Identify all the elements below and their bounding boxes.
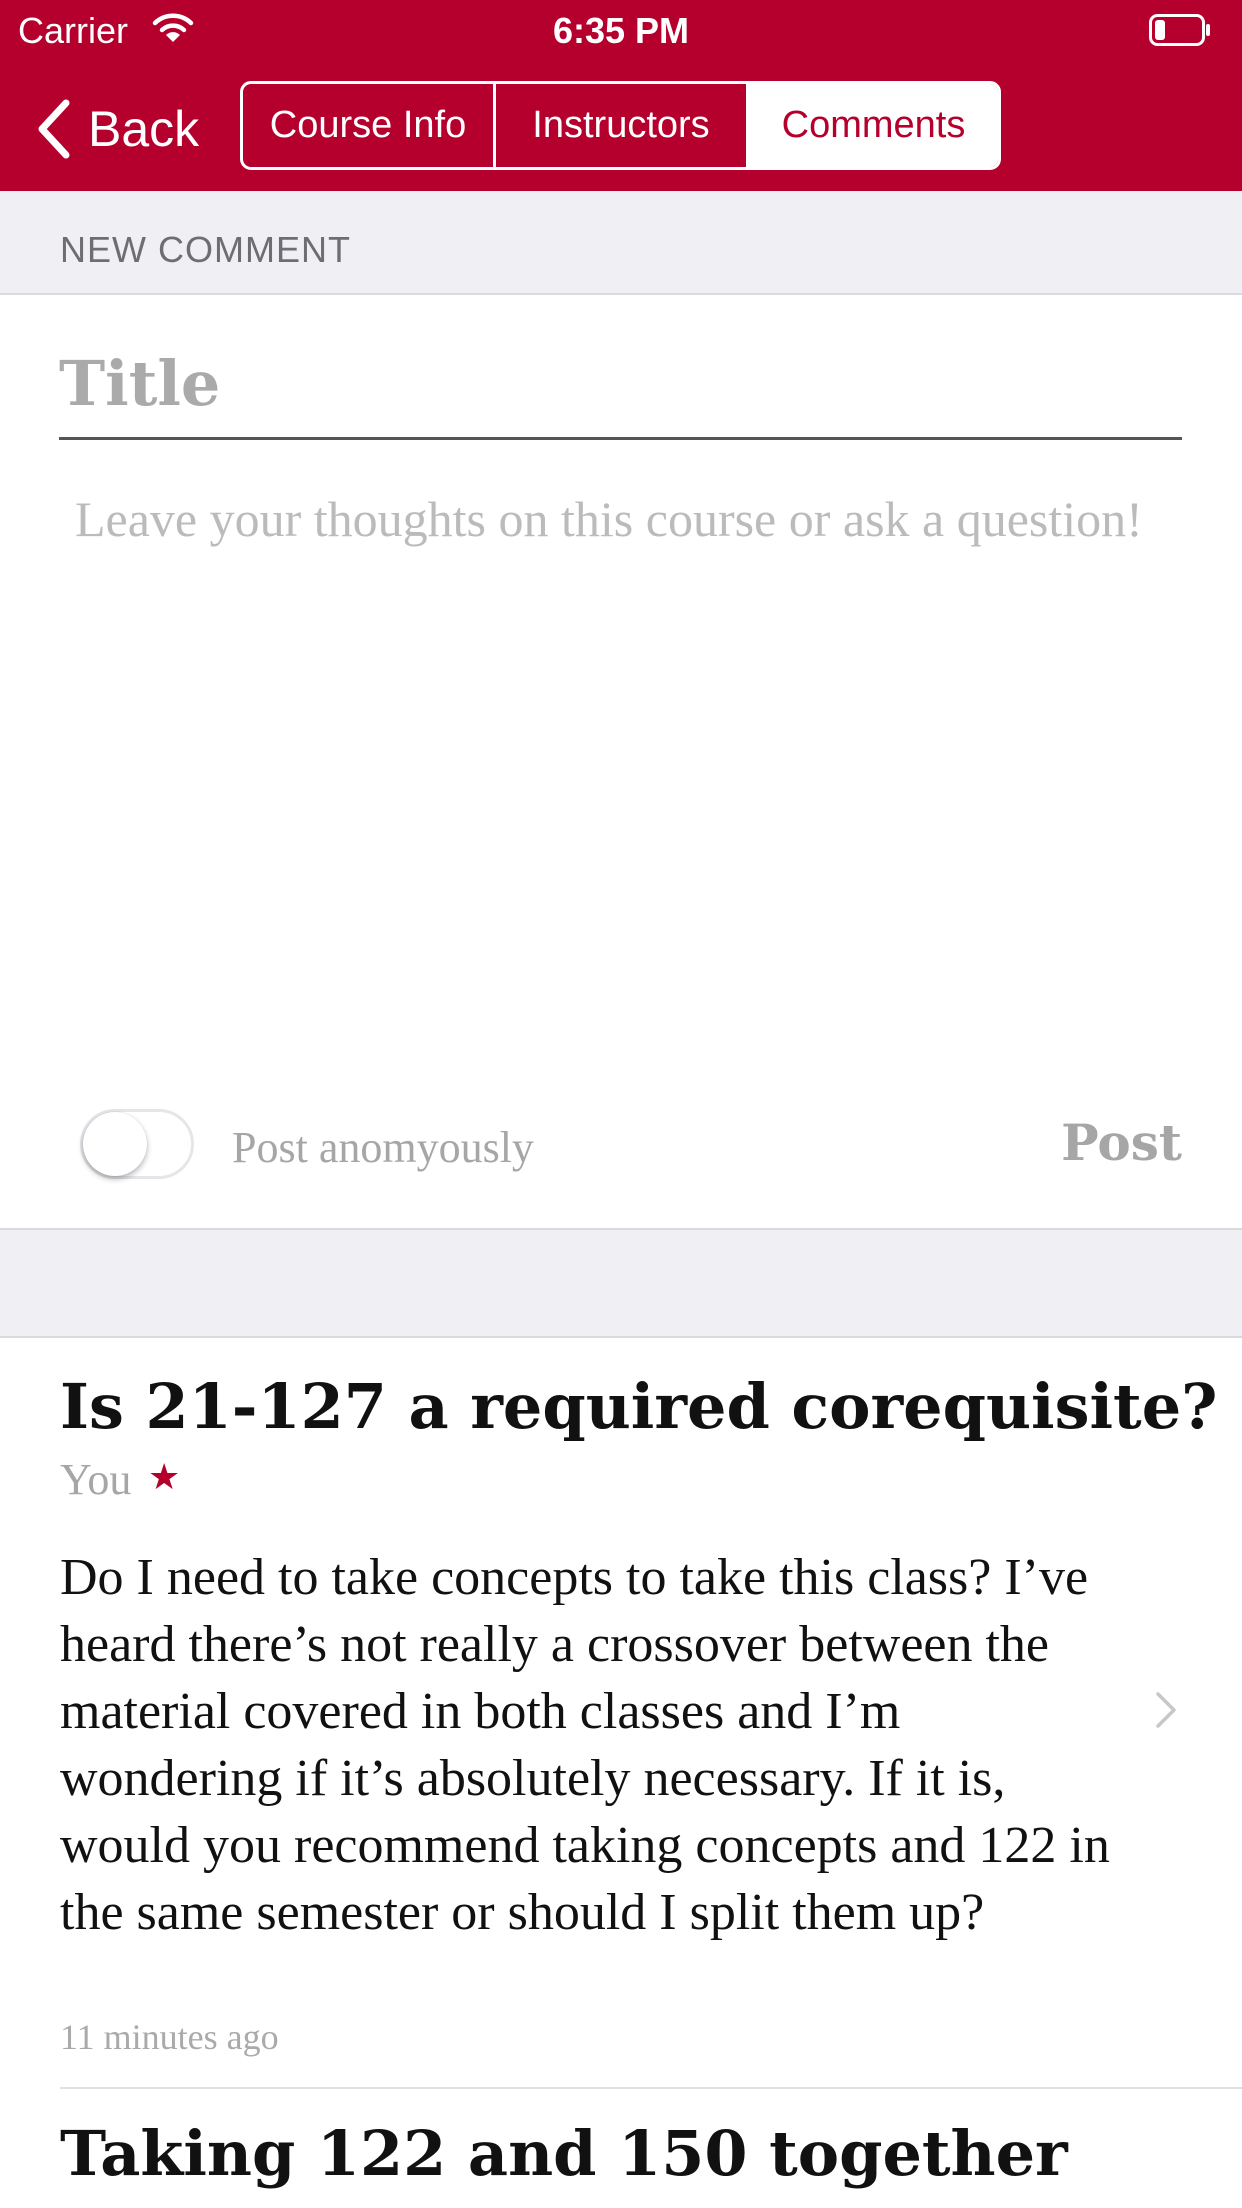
status-bar: Carrier 6:35 PM <box>0 0 1242 62</box>
app-header: Carrier 6:35 PM Back Course Info Instruc… <box>0 0 1242 191</box>
back-button-label: Back <box>88 101 200 157</box>
tab-comments[interactable]: Comments <box>749 84 998 167</box>
anonymous-label: Post anomyously <box>232 1123 534 1172</box>
section-title: NEW COMMENT <box>60 229 351 270</box>
chevron-left-icon <box>38 99 70 159</box>
section-separator <box>0 1228 1242 1338</box>
toggle-knob <box>83 1112 147 1176</box>
comment-row[interactable]: Is 21-127 a required corequisite? You ★ … <box>0 1338 1242 2088</box>
star-icon: ★ <box>148 1456 181 1497</box>
tab-instructors[interactable]: Instructors <box>496 84 749 167</box>
status-time: 6:35 PM <box>552 10 690 51</box>
comment-row[interactable]: Taking 122 and 150 together <box>0 2089 1242 2208</box>
segmented-control: Course Info Instructors Comments <box>240 81 1001 170</box>
tab-course-info[interactable]: Course Info <box>243 84 496 167</box>
chevron-right-icon <box>1156 1692 1176 1728</box>
comment-author: You <box>60 1455 132 1504</box>
comment-body: Do I need to take concepts to take this … <box>60 1549 1110 1941</box>
back-button[interactable]: Back <box>34 94 199 164</box>
comment-title-input[interactable] <box>59 330 1182 440</box>
comment-title: Taking 122 and 150 together <box>60 2117 1068 2190</box>
new-comment-section-header: NEW COMMENT <box>0 191 1242 295</box>
battery-icon <box>1149 14 1210 46</box>
comment-timestamp: 11 minutes ago <box>60 2017 279 2057</box>
comment-body-input[interactable] <box>59 487 1182 1047</box>
comment-title: Is 21-127 a required corequisite? <box>60 1370 1218 1443</box>
navigation-bar: Back Course Info Instructors Comments <box>0 70 1242 188</box>
anonymous-toggle[interactable] <box>80 1109 194 1179</box>
post-button[interactable]: Post <box>1060 1113 1182 1172</box>
